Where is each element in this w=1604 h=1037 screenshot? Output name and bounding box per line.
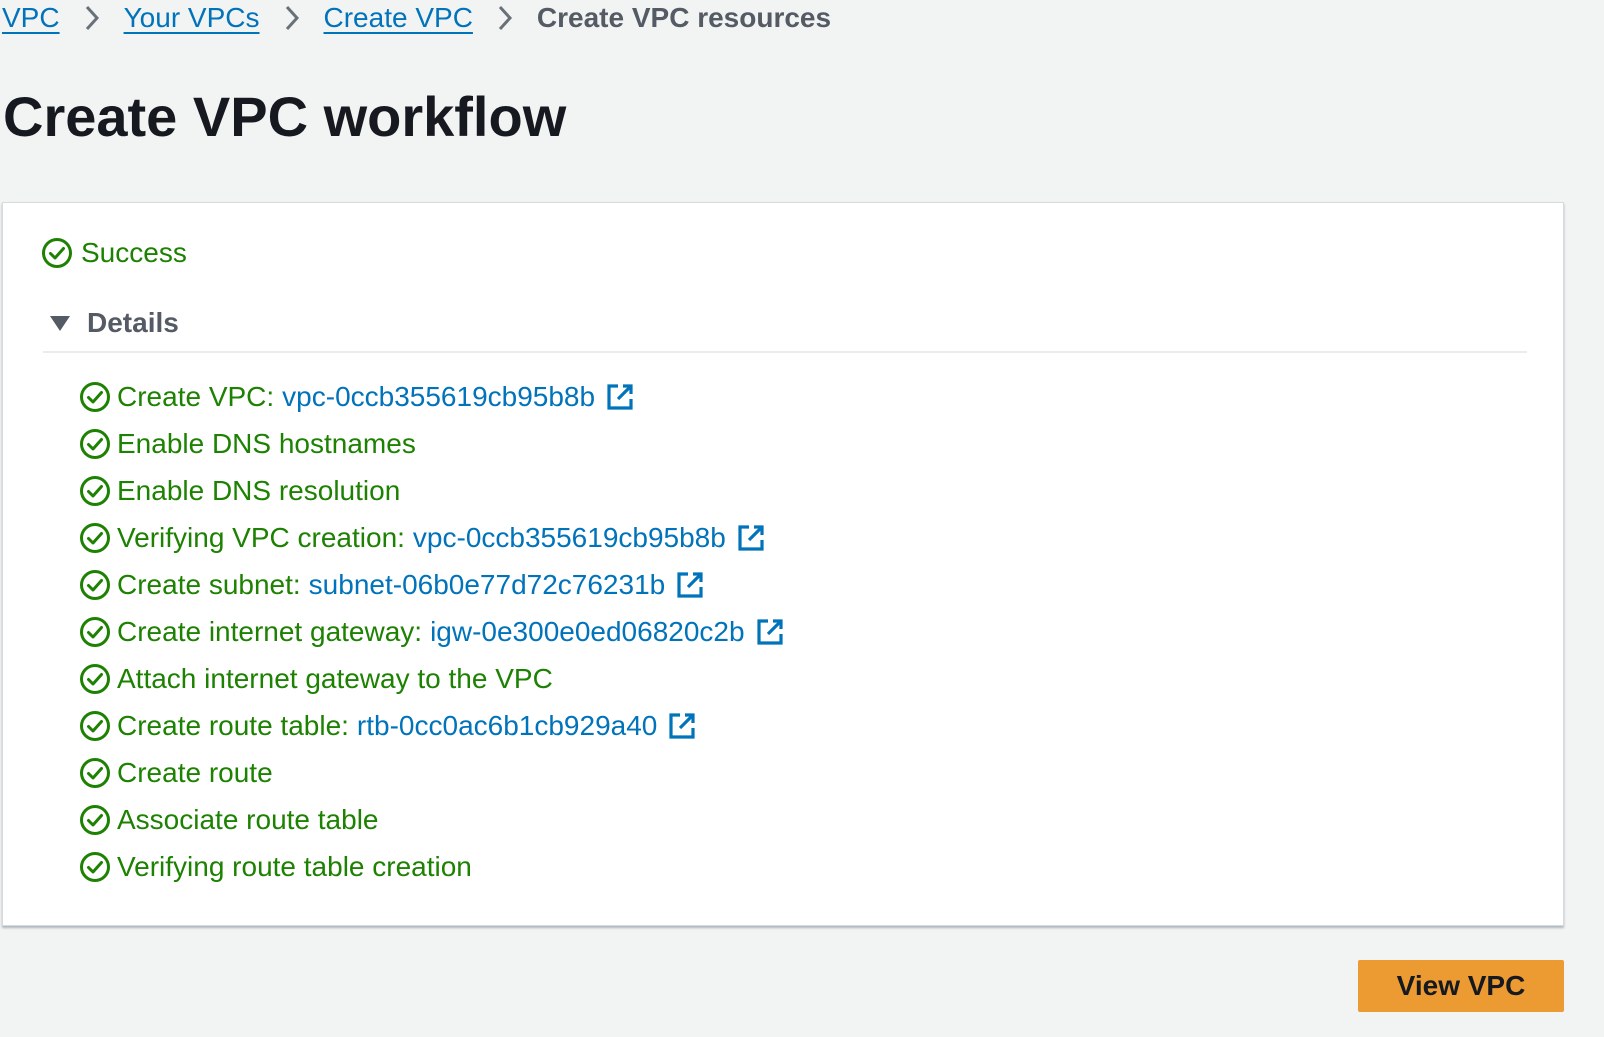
resource-id-link[interactable]: igw-0e300e0ed06820c2b [430, 616, 745, 648]
breadcrumb-current: Create VPC resources [536, 2, 832, 33]
step-item: Attach internet gateway to the VPC [79, 655, 785, 702]
external-link-icon[interactable] [675, 570, 705, 600]
check-circle-icon [79, 475, 111, 507]
step-label: Create route table: [117, 709, 349, 741]
external-link-icon[interactable] [667, 711, 697, 741]
check-circle-icon [79, 851, 111, 883]
step-item: Create internet gateway: igw-0e300e0ed068… [79, 608, 785, 655]
step-label: Create route [117, 756, 273, 788]
step-label: Create subnet: [117, 568, 301, 600]
chevron-right-icon [60, 5, 124, 31]
check-circle-icon [79, 428, 111, 460]
step-label: Create VPC: [117, 380, 275, 412]
step-item: Enable DNS hostnames [79, 420, 785, 467]
external-link-icon[interactable] [755, 617, 785, 647]
page-title: Create VPC workflow [3, 85, 567, 148]
step-label: Create internet gateway: [117, 615, 423, 647]
workflow-result-panel: Success Details Create VPC: vpc-0ccb35561… [2, 202, 1564, 926]
step-label: Enable DNS resolution [117, 474, 401, 506]
chevron-right-icon [473, 5, 537, 31]
step-label: Verifying VPC creation: [117, 521, 405, 553]
step-label: Attach internet gateway to the VPC [117, 662, 553, 694]
resource-id-link[interactable]: rtb-0cc0ac6b1cb929a40 [357, 710, 657, 742]
details-label: Details [87, 307, 179, 338]
check-circle-icon [79, 381, 111, 413]
breadcrumb: VPC Your VPCs Create VPC Create VPC reso… [2, 0, 831, 36]
check-circle-icon [79, 710, 111, 742]
step-label: Associate route table [117, 803, 379, 835]
step-item: Associate route table [79, 796, 785, 843]
breadcrumb-vpc[interactable]: VPC [2, 2, 60, 34]
view-vpc-button[interactable]: View VPC [1358, 960, 1564, 1012]
step-item: Verifying route table creation [79, 843, 785, 890]
step-list: Create VPC: vpc-0ccb355619cb95b8b Enable D… [79, 373, 785, 890]
chevron-right-icon [260, 5, 324, 31]
step-item: Verifying VPC creation: vpc-0ccb355619cb9… [79, 514, 785, 561]
breadcrumb-create-vpc[interactable]: Create VPC [324, 2, 473, 34]
status-indicator: Success [41, 237, 187, 269]
step-label: Verifying route table creation [117, 850, 472, 882]
resource-id-link[interactable]: vpc-0ccb355619cb95b8b [282, 381, 595, 413]
breadcrumb-your-vpcs[interactable]: Your VPCs [124, 2, 260, 34]
resource-id-link[interactable]: subnet-06b0e77d72c76231b [309, 569, 666, 601]
step-label: Enable DNS hostnames [117, 427, 416, 459]
status-text: Success [81, 237, 187, 268]
step-item: Create subnet: subnet-06b0e77d72c76231b [79, 561, 785, 608]
check-circle-icon [79, 663, 111, 695]
step-item: Create VPC: vpc-0ccb355619cb95b8b [79, 373, 785, 420]
resource-id-link[interactable]: vpc-0ccb355619cb95b8b [413, 522, 726, 554]
details-toggle[interactable]: Details [49, 307, 179, 339]
step-item: Enable DNS resolution [79, 467, 785, 514]
step-item: Create route table: rtb-0cc0ac6b1cb929a40 [79, 702, 785, 749]
caret-down-icon [49, 307, 71, 339]
step-item: Create route [79, 749, 785, 796]
check-circle-icon [79, 616, 111, 648]
external-link-icon[interactable] [605, 382, 635, 412]
check-circle-icon [79, 804, 111, 836]
check-circle-icon [79, 522, 111, 554]
check-circle-icon [79, 569, 111, 601]
external-link-icon[interactable] [736, 523, 766, 553]
check-circle-icon [79, 757, 111, 789]
check-circle-icon [41, 237, 73, 269]
divider [43, 351, 1527, 353]
